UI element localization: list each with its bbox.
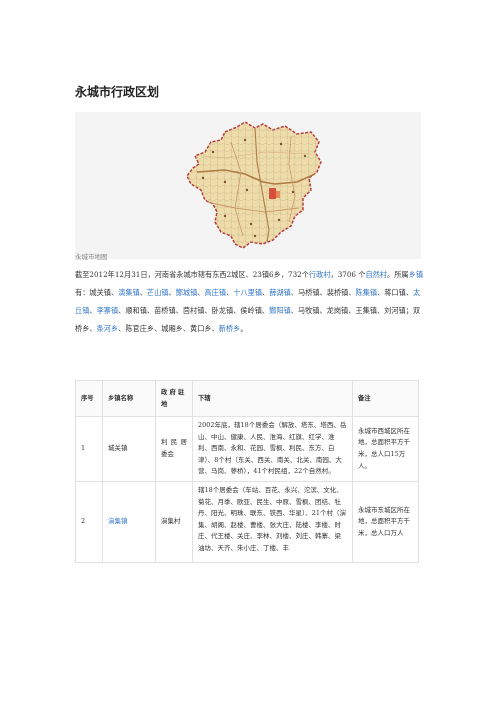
town-link-cuocheng[interactable]: 酂城镇: [176, 288, 198, 297]
table-row: 2 演集镇 演集村 辖18个居委会（车站、百花、永兴、沱滨、文化、菊花、月季、欧…: [75, 480, 419, 563]
intro-paragraph: 截至2012年12月31日，河南省永城市辖有东西2城区、23镇6乡，732个行政…: [75, 266, 427, 338]
row-seat: 演集村: [155, 480, 193, 563]
header-note: 备注: [352, 380, 419, 417]
table-row: 1 城关镇 利 民 居委会 2002年底，辖18个居委会（解放、塔东、塔西、岳山…: [75, 416, 419, 482]
row-name: 城关镇: [102, 416, 156, 482]
row-name: 演集镇: [102, 480, 156, 563]
separator: 、: [139, 288, 147, 297]
row-seat: 利 民 居委会: [155, 416, 193, 482]
intro-text: 。: [240, 324, 248, 333]
town-link-tiaohe[interactable]: 条河乡: [97, 324, 119, 333]
intro-text: 、蒋口镇、: [377, 288, 414, 297]
row-note: 永城市西城区所在地，总面积平方千米，总人口15万人。: [352, 416, 419, 482]
intro-text: 、陈官庄乡、城厢乡、黄口乡、: [118, 324, 219, 333]
header-name: 乡镇名称: [102, 380, 156, 417]
intro-text: 、马桥镇、裴桥镇、: [290, 288, 356, 297]
row-sub-cell: 辖18个居委会（车站、百花、永兴、沱滨、文化、菊花、月季、欧亚、民生、中原、雪枫…: [192, 480, 353, 563]
town-link-yanji-table[interactable]: 演集镇: [108, 517, 128, 525]
town-link-yanji[interactable]: 演集镇: [118, 288, 140, 297]
township-link[interactable]: 乡镇: [409, 270, 423, 279]
row-no: 1: [75, 416, 103, 482]
intro-text: 个: [301, 270, 309, 279]
village-link[interactable]: 行政村: [309, 270, 331, 279]
town-link-xuehu[interactable]: 薛湖镇: [269, 288, 291, 297]
town-link-mangshan[interactable]: 芒山镇: [147, 288, 169, 297]
header-sub: 下辖: [192, 380, 353, 417]
intro-text: 、: [89, 306, 97, 315]
row-note: 永城市东城区所在地，总面积平方千米，总人口万人: [352, 480, 419, 563]
natural-village-link[interactable]: 自然村: [365, 270, 387, 279]
intro-text: 、顺和镇、苗桥镇、茴村镇、卧龙镇、侯岭镇、: [118, 306, 270, 315]
town-link-lizhai[interactable]: 李寨镇: [97, 306, 119, 315]
header-seat: 政 府 驻地: [155, 380, 193, 417]
map-image: [186, 121, 322, 249]
town-link-cuoyang[interactable]: 酂阳镇: [269, 306, 291, 315]
header-no: 序号: [75, 380, 103, 417]
district-table: 序号 乡镇名称 政 府 驻地 下辖 备注 1 城关镇 利 民 居委会 2002年…: [75, 380, 419, 563]
town-link-shibali[interactable]: 十八里镇: [233, 288, 262, 297]
map-caption: 永城市地图: [75, 253, 108, 261]
intro-text: ，3706 个: [330, 270, 366, 279]
district-map: [75, 112, 421, 259]
town-link-gaozhuang[interactable]: 高庄镇: [204, 288, 226, 297]
intro-text: 截至2012年12月31日，河南省永城市辖有东西2城区、23镇6乡，732: [75, 270, 302, 279]
town-link-xinqiao[interactable]: 新桥乡: [219, 324, 241, 333]
table-header-row: 序号 乡镇名称 政 府 驻地 下辖 备注: [75, 380, 419, 417]
row-sub: 2002年底，辖18个居委会（解放、塔东、塔西、岳山、中山、健康、人民、淮海、红…: [192, 416, 353, 482]
town-link-chenji[interactable]: 陈集镇: [356, 288, 378, 297]
row-no: 2: [75, 480, 103, 563]
page-title: 永城市行政区划: [75, 85, 160, 99]
separator: 、: [168, 288, 176, 297]
intro-text: 。所属: [387, 270, 409, 279]
row-sub: 辖18个居委会（车站、百花、永兴、沱滨、文化、菊花、月季、欧亚、民生、中原、雪枫…: [198, 485, 347, 552]
intro-text: 有：城关镇、: [75, 288, 119, 297]
